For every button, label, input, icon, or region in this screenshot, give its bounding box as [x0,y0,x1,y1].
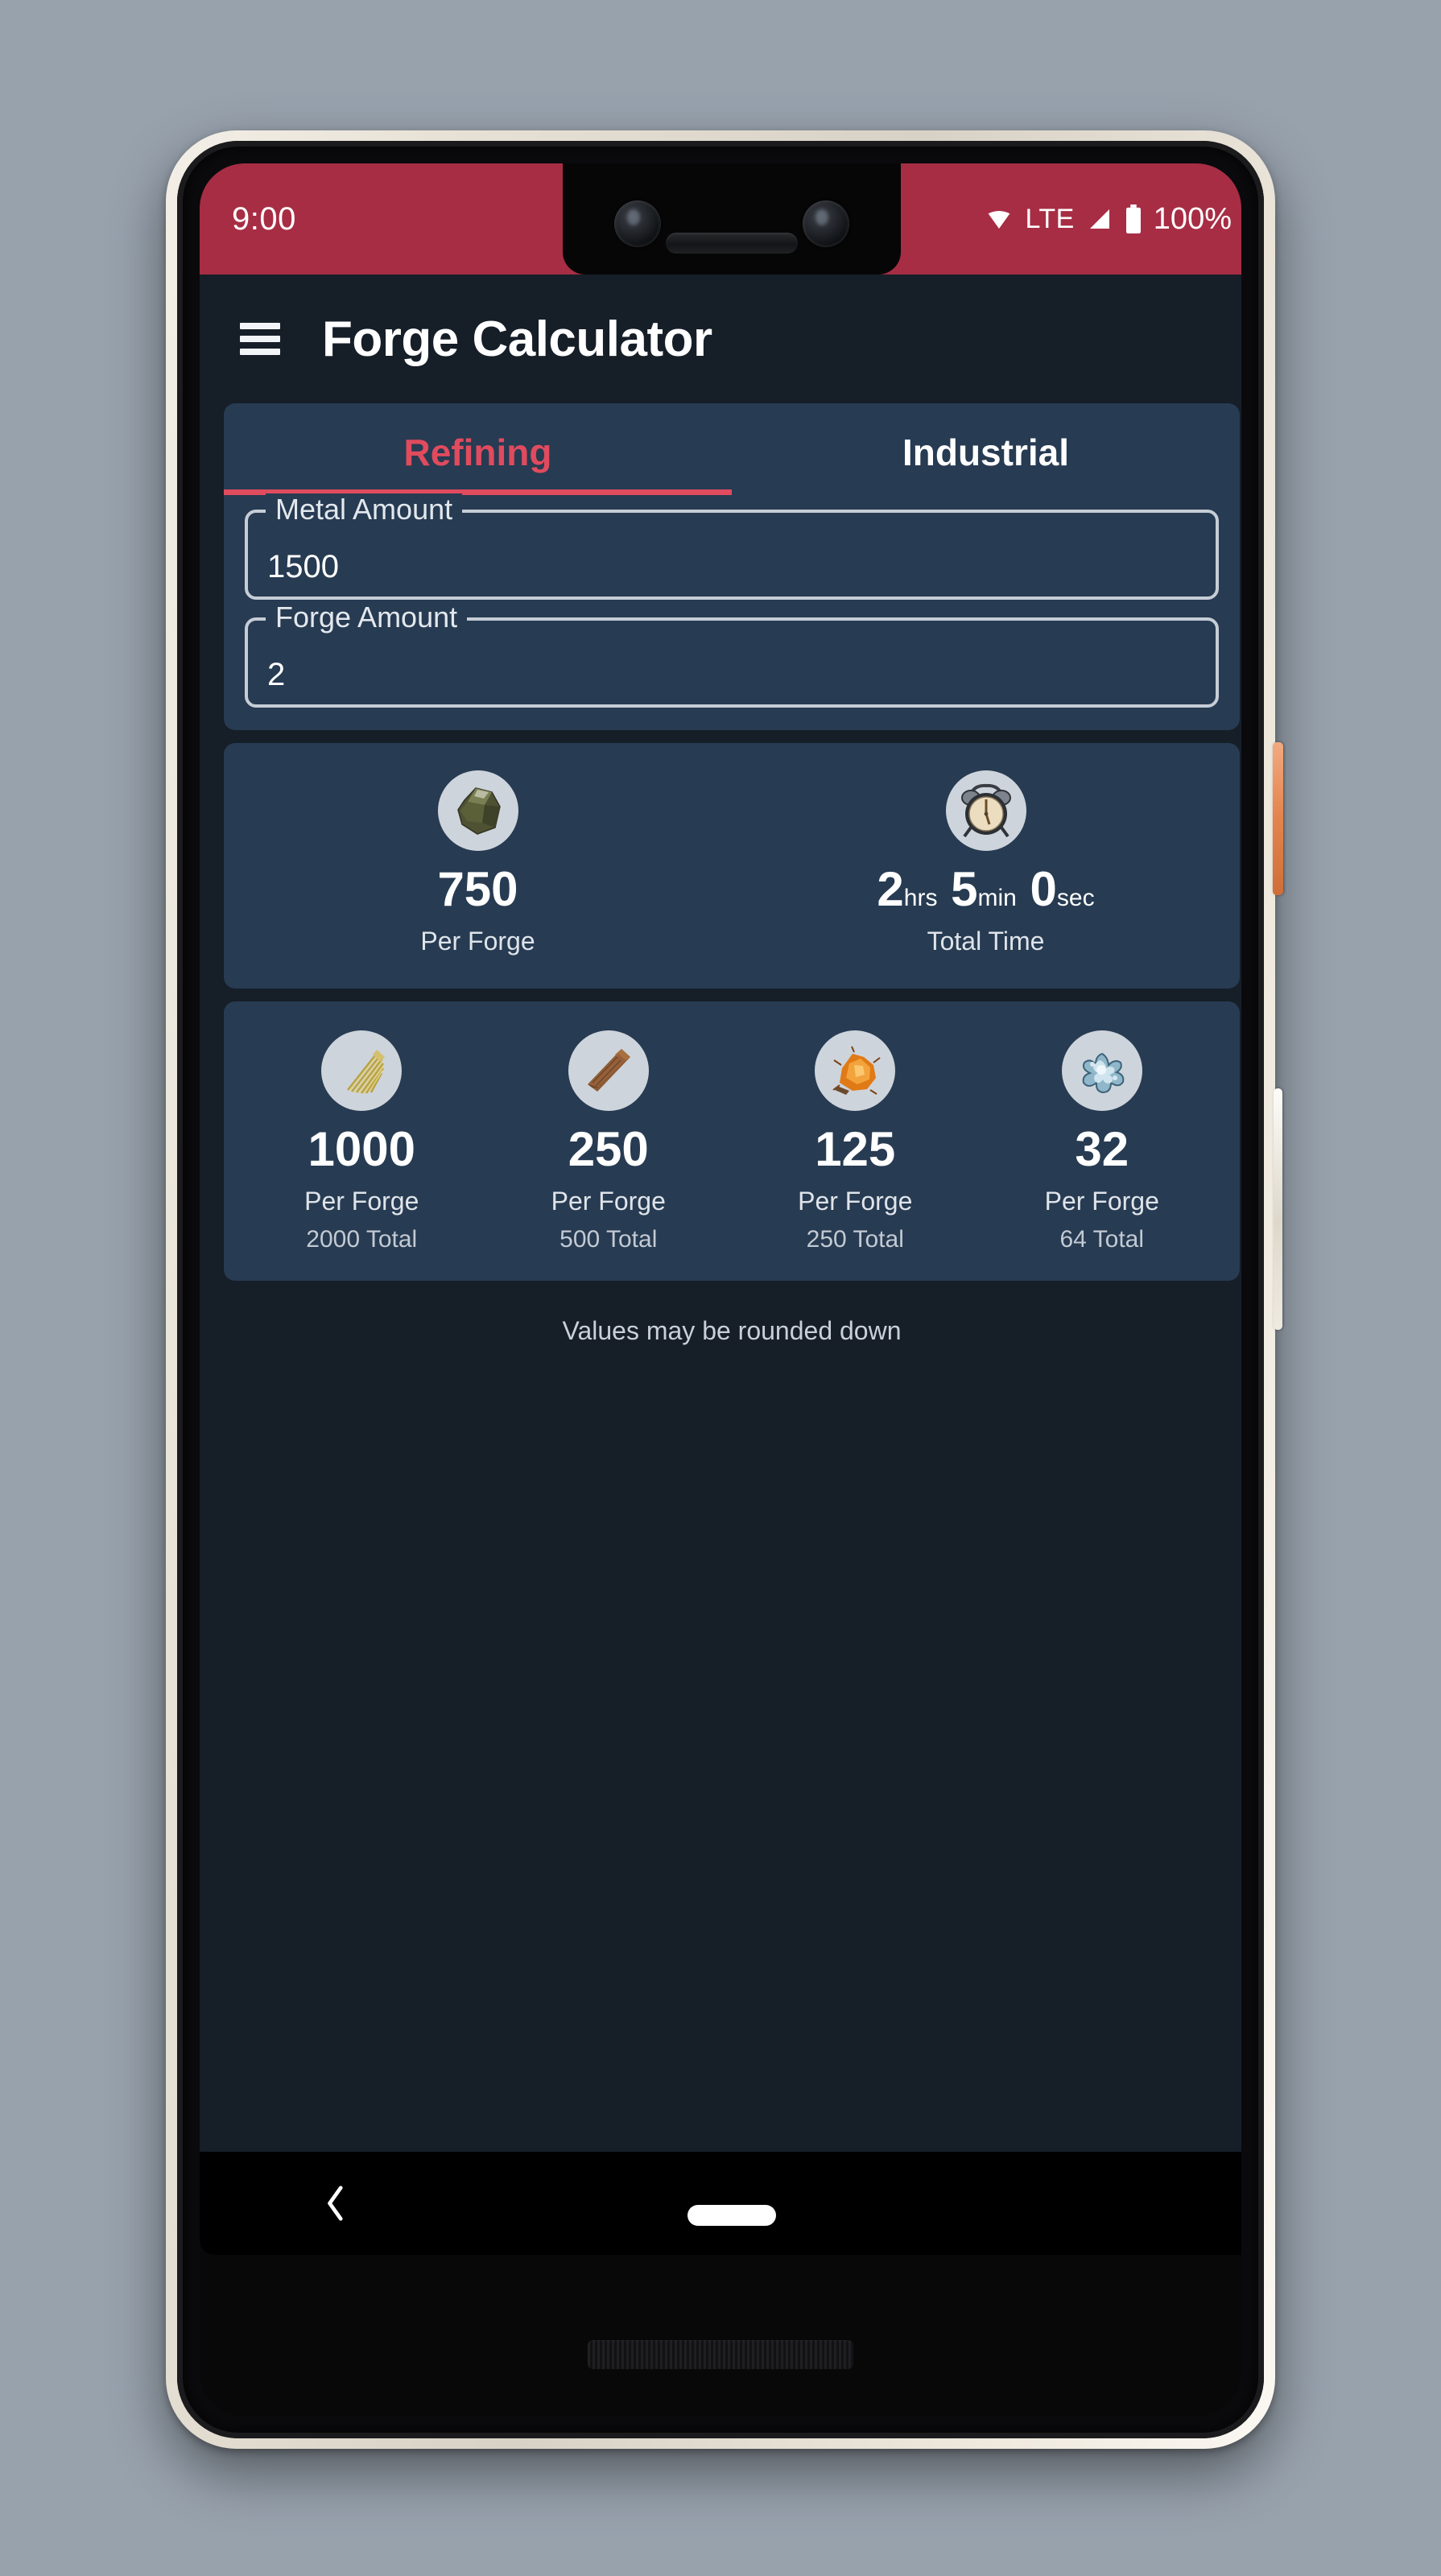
back-chevron-icon[interactable] [320,2186,348,2221]
android-nav-bar [200,2152,1241,2255]
phone-screen: 9:00 LTE 100% Forge Calculator Refining … [200,163,1241,2255]
resource-value: 250 [568,1122,649,1176]
tab-industrial[interactable]: Industrial [732,403,1240,495]
signal-icon [1089,209,1109,229]
network-type-label: LTE [1025,203,1075,234]
forge-amount-field[interactable]: 2 Forge Amount [245,601,1219,708]
phone-bezel: 9:00 LTE 100% Forge Calculator Refining … [200,163,1241,2416]
tab-bar: Refining Industrial [224,403,1240,495]
page-title: Forge Calculator [322,311,712,367]
time-seconds-number: 0 [1030,862,1057,916]
phone-chin [200,2234,1241,2416]
water-icon [1061,1030,1142,1111]
home-pill-icon[interactable] [687,2205,776,2226]
resource-total: 64 Total [1059,1226,1145,1253]
app-bar: Forge Calculator [200,275,1241,403]
summary-output-stat: 750 Per Forge [224,770,732,956]
metal-amount-value: 1500 [267,549,339,584]
resource-item: 125 Per Forge 250 Total [732,1030,979,1253]
alarm-clock-icon [945,770,1026,851]
status-bar-indicators: LTE 100% [985,202,1232,237]
resource-item: 1000 Per Forge 2000 Total [238,1030,485,1253]
resource-value: 1000 [308,1122,415,1176]
resource-total: 250 Total [806,1226,904,1253]
battery-icon [1125,204,1141,233]
wifi-icon [989,211,1010,229]
display-notch [563,163,901,275]
resource-value: 32 [1075,1122,1129,1176]
resource-sub: Per Forge [798,1187,913,1216]
summary-output-value: 750 [437,862,518,916]
metal-amount-field[interactable]: 1500 Metal Amount [245,493,1219,600]
resource-sub: Per Forge [304,1187,419,1216]
summary-row: 750 Per Forge 2hrs 5min 0sec Total Time [224,743,1240,989]
resources-row: 1000 Per Forge 2000 Total 250 Per Forge … [224,1001,1240,1281]
sulfur-icon [815,1030,896,1111]
metal-ore-icon [437,770,518,851]
summary-time-stat: 2hrs 5min 0sec Total Time [732,770,1240,956]
resource-sub: Per Forge [1044,1187,1159,1216]
earpiece-speaker-icon [666,233,798,254]
footnote-text: Values may be rounded down [562,1316,902,1345]
time-minutes-number: 5 [951,862,978,916]
resource-item: 32 Per Forge 64 Total [979,1030,1226,1253]
resource-sub: Per Forge [551,1187,666,1216]
summary-time-value: 2hrs 5min 0sec [877,865,1094,914]
forge-amount-label: Forge Amount [266,601,468,634]
summary-card: 750 Per Forge 2hrs 5min 0sec Total Time [224,743,1240,989]
hamburger-menu-icon[interactable] [240,323,280,355]
phone-inner-frame: 9:00 LTE 100% Forge Calculator Refining … [177,141,1264,2438]
time-hours-unit: hrs [903,885,938,911]
time-minutes-unit: min [977,885,1017,911]
time-seconds-unit: sec [1056,885,1095,911]
resource-item: 250 Per Forge 500 Total [485,1030,733,1253]
forge-amount-value: 2 [267,657,286,692]
resource-total: 2000 Total [306,1226,418,1253]
wood-icon [568,1030,649,1111]
input-fields: 1500 Metal Amount 2 Forge Amount [224,493,1240,730]
time-hours-number: 2 [877,862,904,916]
screenshot-scene: 9:00 LTE 100% Forge Calculator Refining … [0,0,1441,2576]
resource-value: 125 [815,1122,896,1176]
status-bar-clock: 9:00 [232,200,296,237]
speaker-grille-icon [588,2340,853,2369]
input-card: Refining Industrial 1500 Metal Amount 2 … [224,403,1240,730]
fiber-icon [321,1030,403,1111]
volume-rocker-button[interactable] [1274,1088,1282,1330]
metal-amount-label: Metal Amount [266,493,463,526]
phone-device-frame: 9:00 LTE 100% Forge Calculator Refining … [166,130,1283,2449]
power-button[interactable] [1273,742,1283,895]
app-content: Refining Industrial 1500 Metal Amount 2 … [200,403,1241,1346]
resources-card: 1000 Per Forge 2000 Total 250 Per Forge … [224,1001,1240,1281]
front-camera-secondary-icon [803,200,849,247]
summary-time-sub: Total Time [927,927,1045,956]
front-camera-icon [614,200,661,247]
tab-refining[interactable]: Refining [224,403,732,495]
battery-percent-label: 100% [1153,201,1232,236]
resource-total: 500 Total [559,1226,658,1253]
summary-output-sub: Per Forge [420,927,535,956]
